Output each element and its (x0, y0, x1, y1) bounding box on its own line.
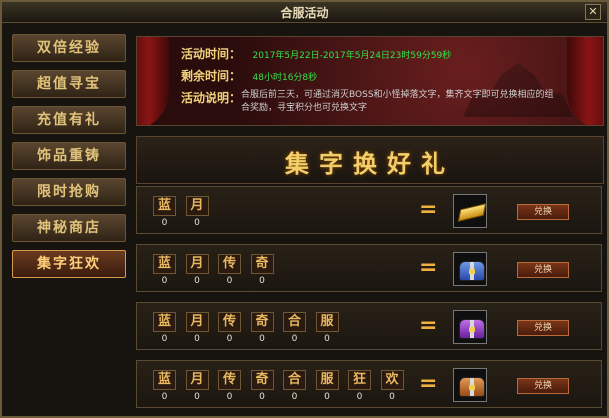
exchange-row: 蓝 0 月 0 传 0 奇 0 合 0 服 0 狂 0 欢 0 = 兑换 (136, 360, 602, 408)
sidebar-item-flash-sale[interactable]: 限时抢购 (12, 178, 126, 206)
gold-bar-icon (457, 203, 487, 222)
word-tile: 传 (218, 370, 241, 390)
exchange-row: 蓝 0 月 0 传 0 奇 0 合 0 服 0 = 兑换 (136, 302, 602, 350)
exchange-row: 蓝 0 月 0 = 兑换 (136, 186, 602, 234)
word-tile: 月 (185, 312, 209, 332)
word-count: 0 (226, 276, 233, 286)
event-time-label: 活动时间： (181, 47, 242, 61)
event-banner: 活动时间： 2017年5月22日-2017年5月24日23时59分59秒 剩余时… (136, 36, 604, 126)
equals-icon: = (419, 197, 438, 222)
reward-slot[interactable] (453, 252, 487, 286)
activity-window: 合服活动 ✕ 双倍经验 超值寻宝 充值有礼 饰品重铸 限时抢购 神秘商店 集字狂… (0, 0, 609, 418)
word-tile: 服 (315, 370, 339, 390)
close-button[interactable]: ✕ (585, 4, 601, 20)
title-bar: 合服活动 ✕ (2, 2, 607, 23)
equals-icon: = (419, 371, 438, 396)
purple-chest-icon (459, 319, 485, 339)
remaining-time-value: 48小时16分8秒 (252, 73, 318, 83)
word-tile: 蓝 (153, 254, 176, 274)
word-count: 0 (161, 276, 168, 286)
event-time-row: 活动时间： 2017年5月22日-2017年5月24日23时59分59秒 (181, 45, 451, 62)
word-count: 0 (389, 392, 395, 402)
word-count: 0 (194, 392, 200, 402)
equals-icon: = (419, 313, 438, 338)
event-time-value: 2017年5月22日-2017年5月24日23时59分59秒 (252, 51, 452, 61)
word-tile: 月 (185, 196, 209, 216)
word-tile: 欢 (380, 370, 404, 390)
word-tile: 合 (283, 312, 306, 332)
word-tile: 奇 (250, 254, 274, 274)
reward-slot[interactable] (453, 194, 487, 228)
word-tile: 合 (283, 370, 306, 390)
sidebar-item-treasure-hunt[interactable]: 超值寻宝 (12, 70, 126, 98)
word-count: 0 (194, 334, 200, 344)
word-count: 0 (194, 276, 200, 286)
word-count: 0 (161, 218, 168, 228)
exchange-button[interactable]: 兑换 (517, 378, 569, 394)
orange-chest-icon (459, 377, 485, 397)
word-count: 0 (194, 218, 200, 228)
section-heading: 集字换好礼 (285, 150, 455, 178)
exchange-button[interactable]: 兑换 (517, 204, 569, 220)
word-count: 0 (356, 392, 363, 402)
word-tile: 传 (218, 254, 241, 274)
word-count: 0 (291, 334, 298, 344)
word-tile: 传 (218, 312, 241, 332)
word-count: 0 (161, 392, 168, 402)
word-tile: 服 (315, 312, 339, 332)
sidebar-item-word-collect[interactable]: 集字狂欢 (12, 250, 126, 278)
event-desc-row: 活动说明： (181, 89, 241, 106)
word-count: 0 (324, 392, 330, 402)
exchange-button[interactable]: 兑换 (517, 320, 569, 336)
word-tile: 狂 (348, 370, 371, 390)
sidebar-item-double-exp[interactable]: 双倍经验 (12, 34, 126, 62)
word-tile: 蓝 (153, 370, 176, 390)
word-count: 0 (259, 276, 265, 286)
content-panel: 活动时间： 2017年5月22日-2017年5月24日23时59分59秒 剩余时… (136, 36, 604, 414)
remaining-time-row: 剩余时间： 48小时16分8秒 (181, 67, 317, 84)
reward-slot[interactable] (453, 368, 487, 402)
equals-icon: = (419, 255, 438, 280)
reward-slot[interactable] (453, 310, 487, 344)
word-count: 0 (324, 334, 330, 344)
blue-chest-icon (459, 261, 485, 281)
event-desc-label: 活动说明： (181, 91, 242, 105)
sidebar-item-recharge-gift[interactable]: 充值有礼 (12, 106, 126, 134)
exchange-button[interactable]: 兑换 (517, 262, 569, 278)
word-count: 0 (226, 392, 233, 402)
right-curtain (567, 37, 603, 125)
event-desc-value: 合服后前三天，可通过消灭BOSS和小怪掉落文字，集齐文字即可兑换相应的组合奖励，… (241, 90, 554, 113)
exchange-row: 蓝 0 月 0 传 0 奇 0 = 兑换 (136, 244, 602, 292)
section-heading-bar: 集字换好礼 (136, 136, 604, 184)
word-tile: 奇 (250, 370, 274, 390)
window-title: 合服活动 (280, 6, 329, 20)
word-tile: 月 (185, 370, 209, 390)
word-count: 0 (226, 334, 233, 344)
sidebar-item-mystery-shop[interactable]: 神秘商店 (12, 214, 126, 242)
word-tile: 蓝 (153, 312, 176, 332)
sidebar: 双倍经验 超值寻宝 充值有礼 饰品重铸 限时抢购 神秘商店 集字狂欢 (12, 34, 126, 412)
word-count: 0 (161, 334, 168, 344)
word-count: 0 (259, 334, 265, 344)
remaining-time-label: 剩余时间： (181, 69, 242, 83)
word-tile: 月 (185, 254, 209, 274)
sidebar-item-accessory-recast[interactable]: 饰品重铸 (12, 142, 126, 170)
word-tile: 奇 (250, 312, 274, 332)
word-count: 0 (259, 392, 265, 402)
left-curtain (137, 37, 169, 125)
word-tile: 蓝 (153, 196, 176, 216)
word-count: 0 (291, 392, 298, 402)
